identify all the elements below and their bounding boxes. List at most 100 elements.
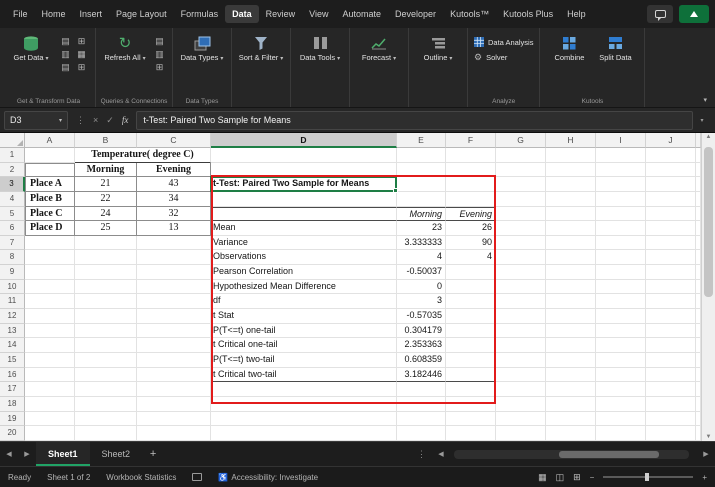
cell-C16[interactable] [137, 368, 211, 383]
sort-filter-button[interactable]: Sort & Filter▾ [238, 32, 284, 63]
cell-I17[interactable] [596, 382, 646, 397]
cell-F20[interactable] [446, 426, 496, 441]
cell-G7[interactable] [496, 236, 546, 251]
select-all-corner[interactable] [0, 133, 25, 148]
cell-A14[interactable] [25, 338, 75, 353]
cell-J16[interactable] [646, 368, 696, 383]
cell-A3[interactable]: Place A [25, 177, 75, 192]
cell-I5[interactable] [596, 207, 646, 222]
mini-connection-icon[interactable]: ▥ [153, 48, 166, 60]
cell-J12[interactable] [646, 309, 696, 324]
cell-B8[interactable] [75, 250, 137, 265]
cell-C12[interactable] [137, 309, 211, 324]
formula-input[interactable]: t-Test: Paired Two Sample for Means [136, 111, 693, 130]
cell-J4[interactable] [646, 192, 696, 207]
cell-G14[interactable] [496, 338, 546, 353]
cell-G20[interactable] [496, 426, 546, 441]
cell-D16[interactable]: t Critical two-tail [211, 368, 397, 383]
column-header-i[interactable]: I [596, 133, 646, 148]
menu-tab-view[interactable]: View [302, 5, 335, 23]
cell-J8[interactable] [646, 250, 696, 265]
cell-I15[interactable] [596, 353, 646, 368]
cell-F19[interactable] [446, 412, 496, 427]
combine-button[interactable]: Combine [546, 32, 592, 62]
cell-D2[interactable] [211, 163, 397, 178]
cell-A13[interactable] [25, 324, 75, 339]
cell-D13[interactable]: P(T<=t) one-tail [211, 324, 397, 339]
cell-A8[interactable] [25, 250, 75, 265]
cell-E11[interactable]: 3 [397, 294, 446, 309]
row-header-17[interactable]: 17 [0, 382, 25, 397]
cell-C18[interactable] [137, 397, 211, 412]
cell-A19[interactable] [25, 412, 75, 427]
cell-C15[interactable] [137, 353, 211, 368]
cell-I18[interactable] [596, 397, 646, 412]
cell-C13[interactable] [137, 324, 211, 339]
cell-C6[interactable]: 13 [137, 221, 211, 236]
cell-F1[interactable] [446, 148, 496, 163]
cell-F8[interactable]: 4 [446, 250, 496, 265]
cell-J11[interactable] [646, 294, 696, 309]
mini-connection-icon[interactable]: ⊞ [153, 61, 166, 73]
mini-connection-icon[interactable]: ▤ [153, 35, 166, 47]
split-data-button[interactable]: Split Data [592, 32, 638, 62]
cell-H12[interactable] [546, 309, 596, 324]
horizontal-scrollbar[interactable] [454, 450, 689, 459]
row-header-19[interactable]: 19 [0, 412, 25, 427]
cell-E15[interactable]: 0.608359 [397, 353, 446, 368]
cell-D18[interactable] [211, 397, 397, 412]
row-header-14[interactable]: 14 [0, 338, 25, 353]
cell-B14[interactable] [75, 338, 137, 353]
cell-E1[interactable] [397, 148, 446, 163]
cell-G1[interactable] [496, 148, 546, 163]
comments-button[interactable] [647, 5, 673, 23]
cell-C11[interactable] [137, 294, 211, 309]
cell-D19[interactable] [211, 412, 397, 427]
mini-source-icon[interactable]: ▦ [75, 48, 88, 60]
cell-G10[interactable] [496, 280, 546, 295]
cell-D3[interactable]: t-Test: Paired Two Sample for Means [211, 177, 397, 192]
cell-I7[interactable] [596, 236, 646, 251]
cell-C14[interactable] [137, 338, 211, 353]
cell-I1[interactable] [596, 148, 646, 163]
cell-A12[interactable] [25, 309, 75, 324]
hscroll-left-icon[interactable]: ◀ [432, 450, 450, 458]
cell-F16[interactable] [446, 368, 496, 383]
cell-D7[interactable]: Variance [211, 236, 397, 251]
row-header-15[interactable]: 15 [0, 353, 25, 368]
column-header-c[interactable]: C [137, 133, 211, 148]
sheet-tab-sheet1[interactable]: Sheet1 [36, 442, 90, 466]
cell-F7[interactable]: 90 [446, 236, 496, 251]
cell-B17[interactable] [75, 382, 137, 397]
cell-B20[interactable] [75, 426, 137, 441]
menu-tab-review[interactable]: Review [259, 5, 303, 23]
refresh-all-button[interactable]: ↻ Refresh All▾ [102, 32, 148, 63]
column-header-b[interactable]: B [75, 133, 137, 148]
column-header-d[interactable]: D [211, 133, 397, 148]
zoom-slider[interactable] [603, 476, 693, 478]
cell-D6[interactable]: Mean [211, 221, 397, 236]
cell-F2[interactable] [446, 163, 496, 178]
cell-J2[interactable] [646, 163, 696, 178]
cell-G12[interactable] [496, 309, 546, 324]
cell-A11[interactable] [25, 294, 75, 309]
cell-D20[interactable] [211, 426, 397, 441]
menu-tab-formulas[interactable]: Formulas [174, 5, 226, 23]
menu-tab-file[interactable]: File [6, 5, 35, 23]
get-data-button[interactable]: Get Data▾ [8, 32, 54, 63]
cell-D15[interactable]: P(T<=t) two-tail [211, 353, 397, 368]
data-analysis-button[interactable]: Data Analysis [474, 37, 533, 47]
cell-B5[interactable]: 24 [75, 207, 137, 222]
row-header-13[interactable]: 13 [0, 324, 25, 339]
prev-sheet-icon[interactable]: ◀ [0, 450, 18, 458]
row-header-1[interactable]: 1 [0, 148, 25, 163]
cell-B12[interactable] [75, 309, 137, 324]
zoom-slider-thumb[interactable] [645, 473, 649, 481]
cell-F3[interactable] [446, 177, 496, 192]
row-header-10[interactable]: 10 [0, 280, 25, 295]
page-break-view-icon[interactable]: ⊞ [573, 472, 581, 483]
cell-A17[interactable] [25, 382, 75, 397]
add-sheet-button[interactable]: + [142, 448, 164, 460]
row-header-12[interactable]: 12 [0, 309, 25, 324]
cell-G9[interactable] [496, 265, 546, 280]
